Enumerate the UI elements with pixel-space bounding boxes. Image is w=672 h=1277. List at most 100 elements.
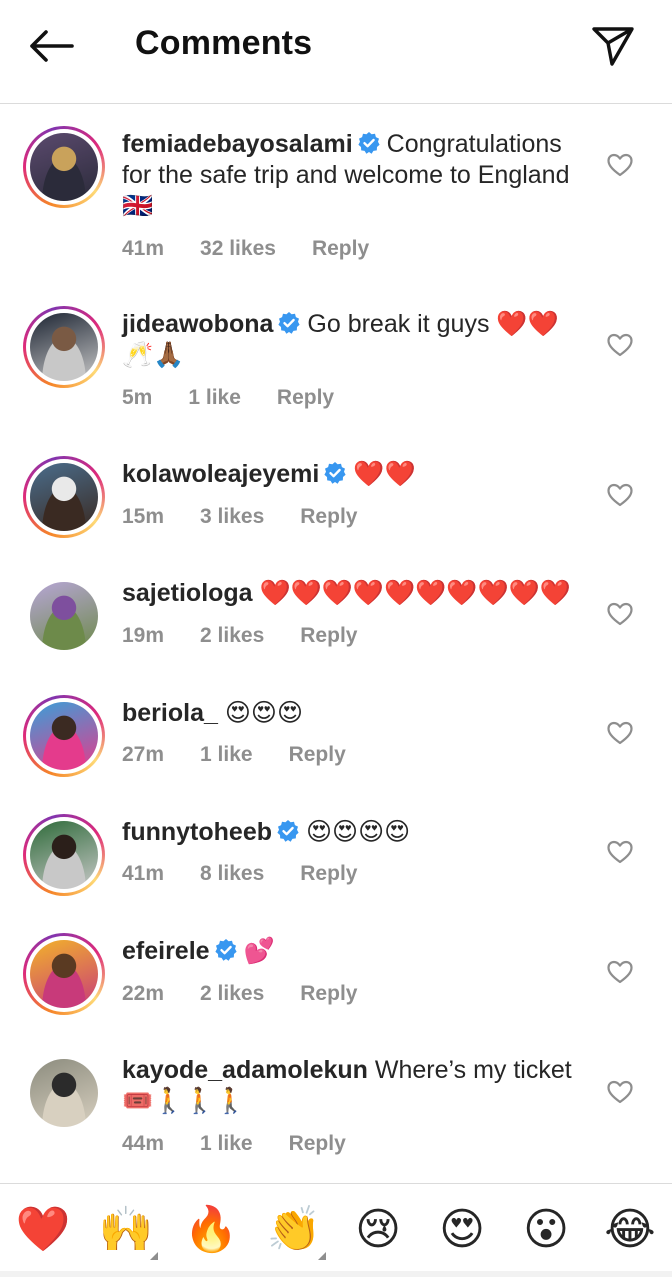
- avatar-frame: [26, 459, 102, 535]
- avatar[interactable]: [23, 456, 105, 538]
- comment-likes[interactable]: 1 like: [200, 1132, 253, 1155]
- reply-button[interactable]: Reply: [300, 624, 357, 647]
- heart-outline-icon: [607, 153, 633, 177]
- variant-indicator-icon: [150, 1252, 158, 1260]
- red-heart-emoji[interactable]: ❤️: [15, 1202, 71, 1258]
- comment-username[interactable]: sajetiologa: [122, 579, 253, 607]
- home-indicator: [0, 1271, 672, 1277]
- raising-hands-emoji[interactable]: 🙌: [98, 1202, 158, 1260]
- comment-time: 41m: [122, 237, 165, 260]
- back-button[interactable]: [28, 26, 76, 66]
- comment-time: 44m: [122, 1132, 165, 1155]
- avatar[interactable]: [23, 933, 105, 1015]
- comment-item: jideawobona Go break it guys ❤️❤️🥂🙏🏾 5m 1 l…: [0, 306, 672, 419]
- comment-meta: 19m 2 likes Reply: [122, 624, 393, 648]
- comment-item: femiadebayosalami Congratulations for the…: [0, 126, 672, 260]
- avatar[interactable]: [23, 126, 105, 208]
- comment-body: kolawoleajeyemi ❤️❤️: [122, 459, 582, 490]
- like-comment-button[interactable]: [606, 152, 634, 180]
- avatar-frame: [26, 578, 102, 654]
- comment-text: ❤️❤️: [353, 460, 416, 488]
- reply-button[interactable]: Reply: [277, 386, 334, 409]
- avatar-frame: [26, 129, 102, 205]
- comment-username[interactable]: kolawoleajeyemi: [122, 460, 319, 488]
- comment-body: sajetiologa ❤️❤️❤️❤️❤️❤️❤️❤️❤️❤️: [122, 578, 582, 609]
- comment-meta: 44m 1 like Reply: [122, 1132, 382, 1156]
- comment-username[interactable]: kayode_adamolekun: [122, 1056, 368, 1084]
- tears-of-joy-emoji[interactable]: 😂: [602, 1202, 658, 1258]
- avatar[interactable]: [23, 575, 105, 657]
- emoji-reaction-tray: ❤️ 🙌 🔥 👏 😢 😍 😮 😂: [0, 1183, 672, 1277]
- avatar[interactable]: [23, 306, 105, 388]
- like-comment-button[interactable]: [606, 601, 634, 629]
- heart-outline-icon: [607, 1080, 633, 1104]
- fire-emoji[interactable]: 🔥: [183, 1202, 239, 1258]
- comment-item: efeirele 💕 22m 2 likes Reply: [0, 933, 672, 1046]
- arrow-left-icon: [30, 30, 74, 62]
- avatar-frame: [26, 936, 102, 1012]
- reply-button[interactable]: Reply: [300, 982, 357, 1005]
- verified-badge-icon: [324, 462, 346, 484]
- comment-item: kayode_adamolekun Where’s my ticket 🎟️🚶🚶…: [0, 1055, 672, 1165]
- avatar-photo: [30, 313, 98, 381]
- comment-item: beriola_ 😍😍😍 27m 1 like Reply: [0, 695, 672, 808]
- like-comment-button[interactable]: [606, 482, 634, 510]
- verified-badge-icon: [214, 939, 237, 961]
- comment-username[interactable]: femiadebayosalami: [122, 130, 353, 158]
- share-button[interactable]: [590, 24, 636, 68]
- comment-username[interactable]: jideawobona: [122, 310, 273, 338]
- avatar-frame: [26, 309, 102, 385]
- comment-username[interactable]: funnytoheeb: [122, 818, 272, 846]
- comment-text: ❤️❤️❤️❤️❤️❤️❤️❤️❤️❤️: [259, 579, 571, 607]
- comment-username[interactable]: efeirele: [122, 937, 210, 965]
- comment-time: 5m: [122, 386, 153, 409]
- avatar-photo: [30, 821, 98, 889]
- avatar-frame: [26, 698, 102, 774]
- avatar-photo: [30, 582, 98, 650]
- clapping-hands-emoji[interactable]: 👏: [266, 1202, 326, 1260]
- avatar[interactable]: [23, 1052, 105, 1134]
- crying-face-emoji[interactable]: 😢: [350, 1202, 406, 1258]
- surprised-face-emoji[interactable]: 😮: [518, 1202, 574, 1258]
- comment-body: beriola_ 😍😍😍: [122, 698, 582, 729]
- comment-username[interactable]: beriola_: [122, 699, 218, 727]
- comment-meta: 27m 1 like Reply: [122, 743, 382, 767]
- reply-button[interactable]: Reply: [289, 1132, 346, 1155]
- comment-time: 15m: [122, 505, 165, 528]
- heart-eyes-emoji[interactable]: 😍: [434, 1202, 490, 1258]
- like-comment-button[interactable]: [606, 720, 634, 748]
- comment-text: 😍😍😍😍: [306, 818, 411, 846]
- avatar-frame: [26, 1055, 102, 1131]
- comment-likes[interactable]: 1 like: [188, 386, 241, 409]
- like-comment-button[interactable]: [606, 332, 634, 360]
- heart-outline-icon: [607, 960, 633, 984]
- comment-likes[interactable]: 3 likes: [200, 505, 264, 528]
- comment-meta: 15m 3 likes Reply: [122, 505, 393, 529]
- reply-button[interactable]: Reply: [289, 743, 346, 766]
- comment-body: efeirele 💕: [122, 936, 582, 967]
- avatar-frame: [26, 817, 102, 893]
- comment-time: 27m: [122, 743, 165, 766]
- comment-likes[interactable]: 2 likes: [200, 624, 264, 647]
- comment-meta: 41m 32 likes Reply: [122, 237, 405, 261]
- heart-outline-icon: [607, 840, 633, 864]
- comment-likes[interactable]: 32 likes: [200, 237, 276, 260]
- like-comment-button[interactable]: [606, 839, 634, 867]
- heart-outline-icon: [607, 333, 633, 357]
- avatar[interactable]: [23, 814, 105, 896]
- avatar-photo: [30, 133, 98, 201]
- like-comment-button[interactable]: [606, 959, 634, 987]
- comment-meta: 41m 8 likes Reply: [122, 862, 393, 886]
- reply-button[interactable]: Reply: [312, 237, 369, 260]
- comment-likes[interactable]: 1 like: [200, 743, 253, 766]
- reply-button[interactable]: Reply: [300, 862, 357, 885]
- like-comment-button[interactable]: [606, 1079, 634, 1107]
- header-bar: Comments: [0, 0, 672, 104]
- comment-likes[interactable]: 2 likes: [200, 982, 264, 1005]
- avatar[interactable]: [23, 695, 105, 777]
- comment-time: 19m: [122, 624, 165, 647]
- comment-item: sajetiologa ❤️❤️❤️❤️❤️❤️❤️❤️❤️❤️ 19m 2 lik…: [0, 578, 672, 688]
- reply-button[interactable]: Reply: [300, 505, 357, 528]
- comment-likes[interactable]: 8 likes: [200, 862, 264, 885]
- comment-body: jideawobona Go break it guys ❤️❤️🥂🙏🏾: [122, 309, 582, 371]
